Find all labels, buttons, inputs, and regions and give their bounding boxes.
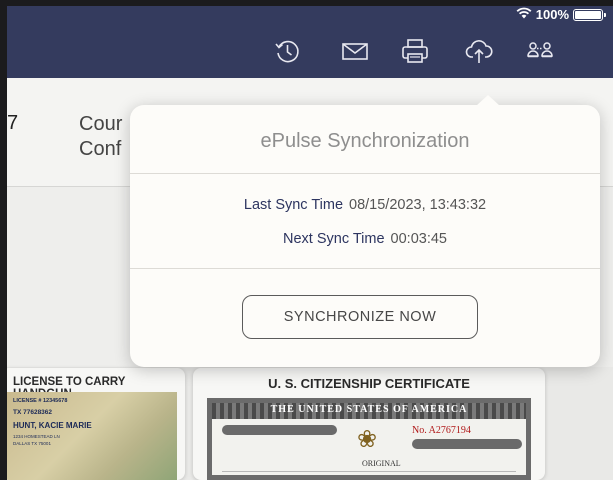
mail-icon[interactable]: [337, 33, 373, 69]
synchronize-now-button[interactable]: SYNCHRONIZE NOW: [242, 295, 478, 339]
printer-icon[interactable]: [397, 33, 433, 69]
certificate-number: No. A2767194: [412, 425, 471, 436]
license-state-line: TX 77628362: [13, 409, 53, 416]
status-bar: 100%: [7, 6, 613, 24]
certificate-text-line: [222, 471, 516, 472]
certificate-card-title: U. S. CITIZENSHIP CERTIFICATE: [268, 376, 470, 391]
last-sync-row: Last Sync Time 08/15/2023, 13:43:32: [130, 197, 600, 213]
popover-divider: [130, 173, 600, 174]
row-title: Cour Conf: [79, 112, 122, 162]
sync-popover: ePulse Synchronization Last Sync Time 08/…: [130, 95, 600, 367]
popover-arrow: [476, 95, 500, 106]
certificate-scroll-right: [412, 439, 522, 449]
device-frame-top: [0, 0, 613, 6]
next-sync-label: Next Sync Time: [283, 231, 385, 247]
eagle-seal-icon: ❀: [357, 426, 378, 453]
battery-percentage: 100%: [535, 7, 569, 22]
top-toolbar: [7, 24, 613, 78]
popover-divider: [130, 268, 600, 269]
wifi-icon: [516, 7, 532, 22]
history-icon[interactable]: [269, 33, 305, 69]
citizenship-certificate-card[interactable]: U. S. CITIZENSHIP CERTIFICATE THE UNITED…: [193, 368, 545, 480]
next-sync-row: Next Sync Time 00:03:45: [130, 231, 600, 247]
last-sync-label: Last Sync Time: [243, 197, 344, 213]
certificate-banner-text: THE UNITED STATES OF AMERICA: [270, 404, 468, 415]
license-holder-name: HUNT, KACIE MARIE: [13, 421, 92, 430]
license-address-line1: 1234 HOMESTEAD LN: [13, 434, 60, 439]
row-number: 7: [7, 112, 19, 134]
certificate-scroll-left: [222, 425, 337, 435]
battery-icon: [573, 8, 606, 21]
last-sync-value: 08/15/2023, 13:43:32: [349, 197, 487, 213]
next-sync-value: 00:03:45: [390, 231, 447, 247]
row-title-line1: Cour: [79, 113, 123, 135]
row-title-line2: Conf: [79, 138, 122, 160]
license-address-line2: DALLAS TX 75001: [13, 441, 51, 446]
certificate-original-label: ORIGINAL: [362, 459, 401, 468]
popover-title: ePulse Synchronization: [260, 130, 470, 152]
battery-fill: [575, 10, 601, 19]
certificate-image: THE UNITED STATES OF AMERICA ❀ No. A2767…: [207, 398, 531, 480]
users-link-icon[interactable]: [522, 33, 558, 69]
license-image: LICENSE # 12345678 TX 77628362 HUNT, KAC…: [7, 392, 177, 480]
cloud-upload-icon[interactable]: [461, 33, 497, 69]
license-card[interactable]: LICENSE TO CARRY HANDGUN LICENSE # 12345…: [1, 368, 185, 480]
device-frame-left: [0, 0, 7, 480]
license-number: LICENSE # 12345678: [13, 398, 68, 404]
